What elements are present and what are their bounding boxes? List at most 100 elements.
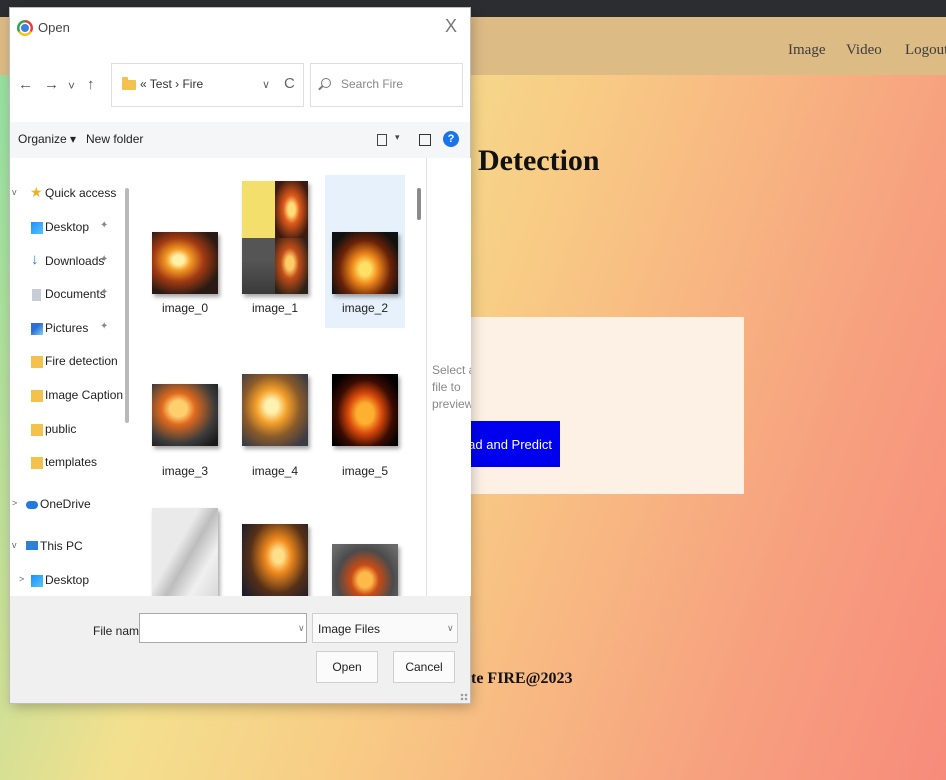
- sidebar-item-label: OneDrive: [40, 497, 91, 511]
- sidebar-item-label: Desktop: [45, 220, 90, 234]
- resize-grip-icon[interactable]: [460, 693, 468, 701]
- sidebar-item-label: templates: [45, 455, 98, 469]
- file-tile-image-5[interactable]: image_5: [325, 344, 405, 497]
- upload-card: [466, 317, 744, 494]
- preview-message: Select a file to preview.: [432, 363, 471, 411]
- view-options-icon[interactable]: [377, 134, 387, 146]
- cancel-button[interactable]: Cancel: [393, 651, 455, 683]
- sidebar-item-templates[interactable]: templates: [10, 447, 123, 479]
- file-tile-image-2[interactable]: image_2: [325, 175, 405, 328]
- download-icon: ↓: [31, 251, 39, 268]
- folder-icon: [31, 390, 43, 402]
- sidebar-item-desktop-pc[interactable]: > Desktop: [10, 565, 123, 596]
- image-thumbnail: [152, 508, 218, 596]
- image-thumbnail: [242, 374, 308, 446]
- file-type-select[interactable]: Image Files ∨: [312, 613, 458, 643]
- dialog-title: Open: [38, 20, 70, 35]
- document-icon: [32, 289, 41, 301]
- back-arrow-icon[interactable]: ←: [18, 76, 33, 93]
- chevron-right-icon[interactable]: >: [19, 574, 24, 584]
- forward-arrow-icon[interactable]: →: [44, 76, 59, 93]
- new-folder-button[interactable]: New folder: [86, 132, 143, 146]
- navigation-row: ← → ˅ ↑ « Test › Fire ∨ C Search Fire: [10, 52, 470, 122]
- file-list-scrollbar[interactable]: [413, 158, 426, 596]
- sidebar-item-label: public: [45, 422, 77, 436]
- up-arrow-icon[interactable]: ↑: [87, 76, 95, 93]
- pin-icon: ✦: [100, 254, 109, 265]
- image-thumbnail: [242, 524, 308, 596]
- sidebar-item-label: Downloads: [45, 254, 105, 268]
- file-name: image_4: [251, 464, 299, 478]
- chevron-down-icon[interactable]: ∨: [262, 78, 270, 91]
- file-name: image_5: [341, 464, 389, 478]
- sidebar-item-label: Fire detection: [45, 354, 118, 368]
- sidebar-item-downloads[interactable]: ↓ Downloads ✦: [10, 246, 123, 278]
- sidebar-item-fire-detection[interactable]: Fire detection: [10, 346, 123, 378]
- open-button[interactable]: Open: [316, 651, 378, 683]
- file-tile-image-6[interactable]: [145, 504, 225, 596]
- pictures-icon: [31, 323, 43, 335]
- address-path[interactable]: « Test › Fire: [140, 77, 203, 91]
- file-name-input[interactable]: [139, 613, 307, 643]
- open-file-dialog: Open X ← → ˅ ↑ « Test › Fire ∨ C Search …: [10, 8, 471, 703]
- dialog-footer: File name: ∨ Image Files ∨ Open Cancel: [10, 596, 470, 703]
- sidebar-item-public[interactable]: public: [10, 414, 123, 446]
- chevron-down-icon[interactable]: v: [12, 187, 17, 197]
- pin-icon: ✦: [100, 287, 109, 298]
- scrollbar-thumb[interactable]: [125, 188, 129, 423]
- file-name: image_1: [251, 301, 299, 315]
- nav-logout-link[interactable]: Logout: [905, 42, 946, 59]
- sidebar-item-label: Pictures: [45, 321, 89, 335]
- image-thumbnail: [152, 232, 218, 294]
- file-tile-image-0[interactable]: image_0: [145, 175, 225, 328]
- sidebar-item-onedrive[interactable]: > OneDrive: [10, 489, 123, 521]
- image-thumbnail: [332, 544, 398, 596]
- sidebar-item-documents[interactable]: Documents ✦: [10, 279, 123, 311]
- file-tile-image-1[interactable]: image_1: [235, 175, 315, 328]
- sidebar-item-label: Quick access: [45, 186, 117, 200]
- sidebar-item-quick-access[interactable]: v ★ Quick access: [10, 178, 123, 210]
- upload-predict-button[interactable]: load and Predict: [468, 421, 560, 467]
- file-name: image_2: [341, 301, 389, 315]
- file-tile-image-7[interactable]: [235, 504, 315, 596]
- search-placeholder[interactable]: Search Fire: [341, 77, 403, 91]
- pin-icon: ✦: [100, 220, 109, 231]
- chevron-right-icon[interactable]: >: [12, 498, 17, 508]
- file-type-value: Image Files: [318, 622, 381, 636]
- file-list: image_0 image_1 image_2 image_3 image_4 …: [132, 158, 413, 596]
- image-thumbnail: [332, 232, 398, 294]
- sidebar-item-this-pc[interactable]: v This PC: [10, 531, 123, 563]
- search-icon: [321, 78, 331, 88]
- page-heading: Detection: [478, 144, 600, 177]
- image-thumbnail: [242, 181, 308, 294]
- sidebar-item-desktop[interactable]: Desktop ✦: [10, 212, 123, 244]
- file-tile-image-8[interactable]: [325, 504, 405, 596]
- close-icon[interactable]: X: [440, 16, 462, 37]
- file-tile-image-3[interactable]: image_3: [145, 344, 225, 497]
- folder-icon: [31, 424, 43, 436]
- recent-locations-icon[interactable]: ˅: [68, 79, 75, 93]
- cloud-icon: [26, 501, 38, 509]
- refresh-icon[interactable]: C: [284, 75, 295, 92]
- chrome-icon: [17, 20, 33, 36]
- chevron-down-icon[interactable]: ∨: [298, 623, 305, 634]
- nav-pane-scrollbar[interactable]: [123, 158, 132, 596]
- sidebar-item-image-captioning[interactable]: Image Captionir: [10, 380, 123, 412]
- star-icon: ★: [30, 184, 43, 200]
- address-bar[interactable]: « Test › Fire ∨ C: [111, 63, 304, 107]
- help-icon[interactable]: ?: [443, 131, 459, 147]
- preview-pane-icon[interactable]: [419, 134, 431, 146]
- image-thumbnail: [332, 374, 398, 446]
- sidebar-item-pictures[interactable]: Pictures ✦: [10, 313, 123, 345]
- desktop-icon: [31, 575, 43, 587]
- nav-image-link[interactable]: Image: [788, 42, 825, 59]
- nav-video-link[interactable]: Video: [846, 42, 882, 59]
- chevron-down-icon[interactable]: v: [12, 540, 17, 550]
- folder-icon: [31, 457, 43, 469]
- view-dropdown-icon[interactable]: ▾: [395, 132, 400, 143]
- scrollbar-thumb[interactable]: [417, 188, 421, 220]
- search-box[interactable]: Search Fire: [310, 63, 463, 107]
- folder-icon: [122, 77, 136, 90]
- file-tile-image-4[interactable]: image_4: [235, 344, 315, 497]
- organize-menu[interactable]: Organize ▾: [18, 132, 76, 146]
